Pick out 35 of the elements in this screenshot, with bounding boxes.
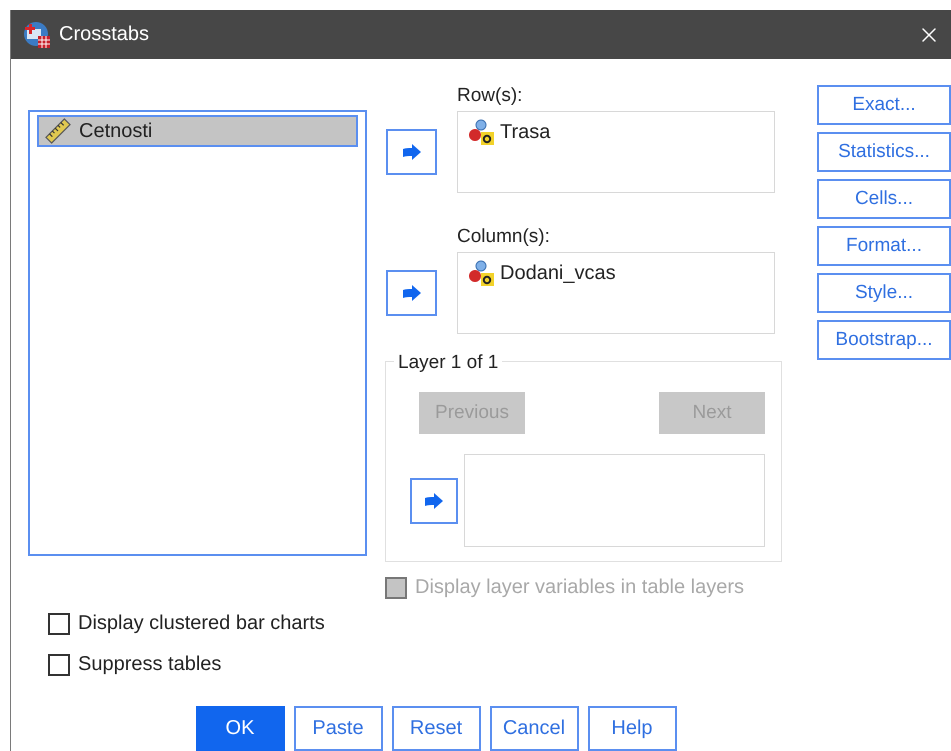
variable-item[interactable]: Cetnosti [37,115,358,147]
dialog-button[interactable]: Bootstrap... [817,320,951,360]
dialog-button[interactable]: Reset [392,706,480,751]
dialog-button[interactable]: Cancel [490,706,578,751]
dialog-button[interactable]: Format... [817,226,951,266]
checkbox[interactable] [48,654,70,676]
checkbox-label: Suppress tables [78,653,222,676]
rows-label: Row(s): [457,85,524,108]
dialog-button[interactable]: Help [588,706,676,751]
move-button[interactable] [386,270,437,316]
move-button[interactable] [410,478,458,524]
arrow-right-icon [424,492,444,510]
group-title: Layer 1 of 1 [394,352,502,374]
arrow-right-icon [402,284,422,302]
variable-name[interactable]: Trasa [500,120,550,144]
nominal-variable-icon [468,118,496,146]
columns-label: Column(s): [457,226,551,249]
dialog-button[interactable]: Cells... [817,179,951,219]
dialog-button[interactable]: Statistics... [817,132,951,172]
arrow-right-icon [402,143,422,161]
app-icon [23,20,51,48]
variable-name[interactable]: Dodani_vcas [500,262,616,284]
columns-list[interactable]: Dodani_vcas [457,252,775,334]
nominal-variable-icon [468,259,496,287]
checkbox[interactable] [48,612,70,634]
dialog-button[interactable]: Paste [294,706,382,751]
dialog-button[interactable]: Exact... [817,85,951,125]
dialog-button[interactable]: OK [196,706,284,751]
rows-list[interactable]: Trasa [457,111,775,193]
dialog-button[interactable]: Style... [817,273,951,313]
checkbox-label: Display layer variables in table layers [415,576,744,599]
window-title: Crosstabs [59,23,150,46]
variable-list[interactable]: Cetnosti [28,110,367,556]
checkbox-label: Display clustered bar charts [78,612,325,635]
move-button[interactable] [386,129,437,175]
